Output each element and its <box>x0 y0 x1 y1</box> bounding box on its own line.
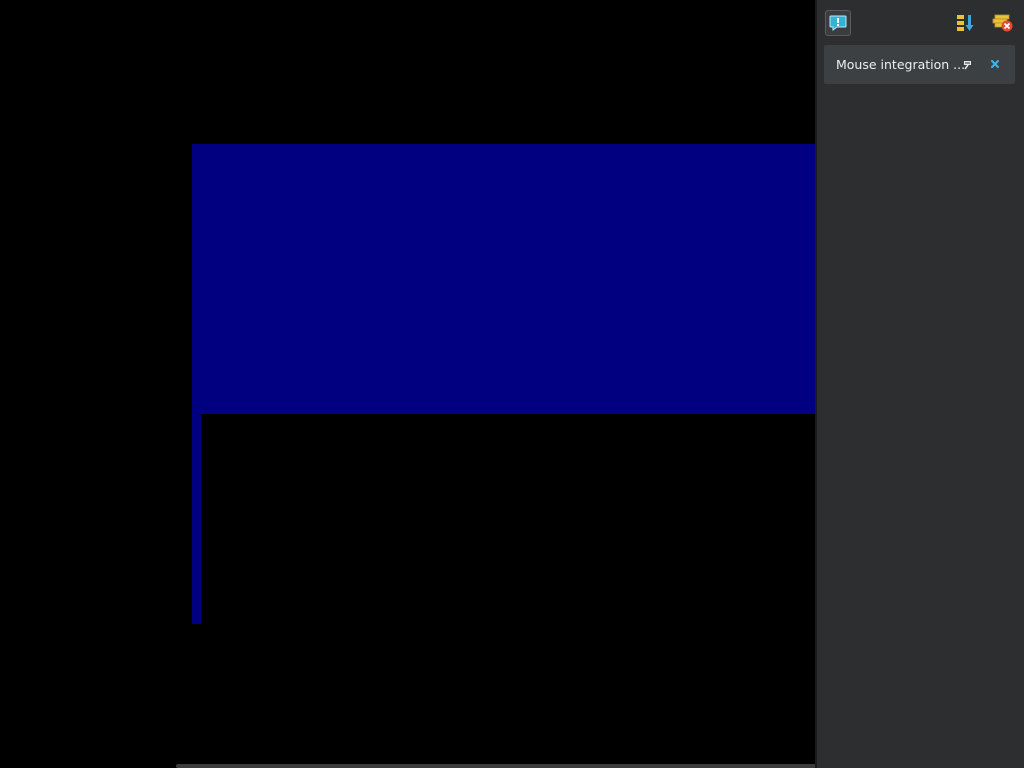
notification-toolbar <box>817 0 1024 44</box>
guest-blue-window <box>192 144 816 414</box>
clear-all-icon[interactable] <box>989 10 1015 36</box>
notification-item[interactable]: Mouse integration ... <box>824 45 1015 84</box>
notification-text: Mouse integration ... <box>836 57 966 72</box>
vm-screen: Mouse integration ... <box>0 0 1024 768</box>
sort-down-icon[interactable] <box>952 10 978 36</box>
horizontal-scrollbar[interactable] <box>176 764 848 768</box>
close-icon[interactable] <box>987 56 1003 72</box>
pin-icon[interactable] <box>960 56 976 72</box>
alert-bubble-icon[interactable] <box>825 10 851 36</box>
guest-blue-strip <box>192 414 201 624</box>
notification-center-panel: Mouse integration ... <box>815 0 1024 768</box>
guest-display[interactable] <box>0 0 816 768</box>
